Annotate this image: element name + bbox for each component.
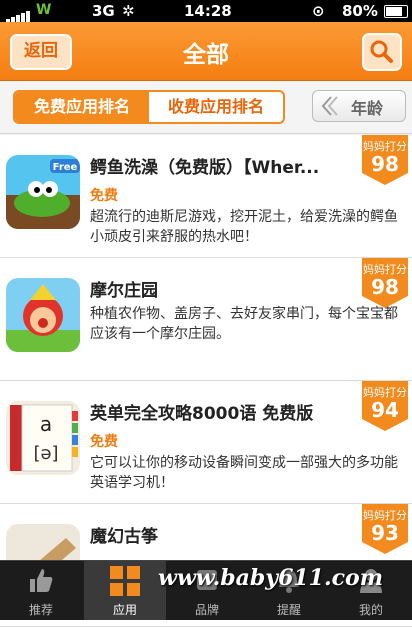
watermark: www.baby611.com [158, 565, 383, 591]
app-name: 魔幻古筝 [90, 527, 158, 547]
app-name: 摩尔庄园 [90, 281, 158, 301]
icon-phonetic: [ə] [33, 443, 58, 464]
thumbs-up-icon [30, 569, 53, 592]
carrier-logo: W [36, 2, 52, 18]
app-list-item[interactable]: a [ə] 英单完全攻略8000语 免费版 免费 它可以让你的移动设备瞬间变成一… [0, 381, 412, 504]
mole-icon [6, 278, 80, 352]
app-description: 种植农作物、盖房子、去好友家串门，每个宝宝都应该有一个摩尔庄园。 [90, 306, 398, 342]
score-value: 98 [371, 152, 399, 176]
nav-header: 返回 全部 [0, 22, 412, 81]
app-name: 鳄鱼洗澡（免费版）【Wher... [90, 158, 320, 178]
app-price: 免费 [90, 188, 118, 204]
app-icon-english-words: a [ə] [6, 401, 80, 475]
search-icon [370, 40, 393, 63]
app-icon-mole-manor [6, 278, 80, 352]
crocodile-icon: Free [6, 155, 80, 229]
mom-score-badge: 妈妈打分 93 [362, 504, 408, 554]
free-badge-text: Free [53, 162, 78, 173]
ranking-tabs: 免费应用排名 收费应用排名 [13, 90, 285, 124]
app-price: 免费 [90, 434, 118, 450]
mom-score-badge: 妈妈打分 94 [362, 381, 408, 431]
page-title: 全部 [183, 42, 229, 68]
app-list-item[interactable]: 摩尔庄园 种植农作物、盖房子、去好友家串门，每个宝宝都应该有一个摩尔庄园。 妈妈… [0, 258, 412, 381]
score-value: 94 [371, 398, 399, 422]
tabbar-label: 提醒 [276, 603, 301, 617]
activity-icon: ✲ [122, 2, 135, 20]
grid-icon [110, 566, 140, 596]
tabbar-label: 我的 [358, 603, 383, 617]
search-button[interactable] [362, 33, 402, 71]
app-description: 它可以让你的移动设备瞬间变成一部强大的多功能英语学习机！ [90, 455, 398, 491]
tab-free-ranking[interactable]: 免费应用排名 [15, 92, 149, 122]
tabbar-item-recommend[interactable]: 推荐 [0, 561, 82, 620]
network-type: 3G [92, 2, 115, 20]
mom-score-badge: 妈妈打分 98 [362, 258, 408, 308]
age-filter-label: 年龄 [351, 99, 384, 118]
tab-paid-ranking[interactable]: 收费应用排名 [149, 92, 283, 122]
mom-score-badge: 妈妈打分 98 [362, 135, 408, 185]
app-list-item[interactable]: Free 鳄鱼洗澡（免费版）【Wher... 免费 超流行的迪斯尼游戏，挖开泥土… [0, 135, 412, 258]
dictionary-icon: a [ə] [6, 401, 80, 475]
score-value: 93 [371, 521, 399, 545]
app-name: 英单完全攻略8000语 免费版 [90, 404, 314, 424]
tabbar-label: 应用 [112, 603, 137, 617]
score-value: 98 [371, 275, 399, 299]
battery-icon [384, 5, 408, 18]
rotation-lock-icon: ⊙ [312, 2, 325, 20]
ranking-tabs-bar: 免费应用排名 收费应用排名 年龄 [0, 81, 412, 134]
battery-percent: 80% [342, 2, 378, 20]
age-filter-button[interactable]: 年龄 [312, 90, 406, 122]
signal-icon [6, 5, 31, 23]
chevron-left-icon [321, 96, 338, 116]
app-icon-crocodile: Free [6, 155, 80, 229]
icon-letter: a [40, 412, 52, 436]
app-description: 超流行的迪斯尼游戏，挖开泥土，给爱洗澡的鳄鱼小顽皮引来舒服的热水吧！ [90, 209, 398, 245]
clock: 14:28 [184, 2, 232, 20]
tabbar-label: 品牌 [194, 603, 219, 617]
tabbar-item-apps[interactable]: 应用 [84, 561, 166, 620]
tabbar-label: 推荐 [28, 603, 53, 617]
status-bar: W 3G ✲ 14:28 ⊙ 80% [0, 0, 412, 23]
